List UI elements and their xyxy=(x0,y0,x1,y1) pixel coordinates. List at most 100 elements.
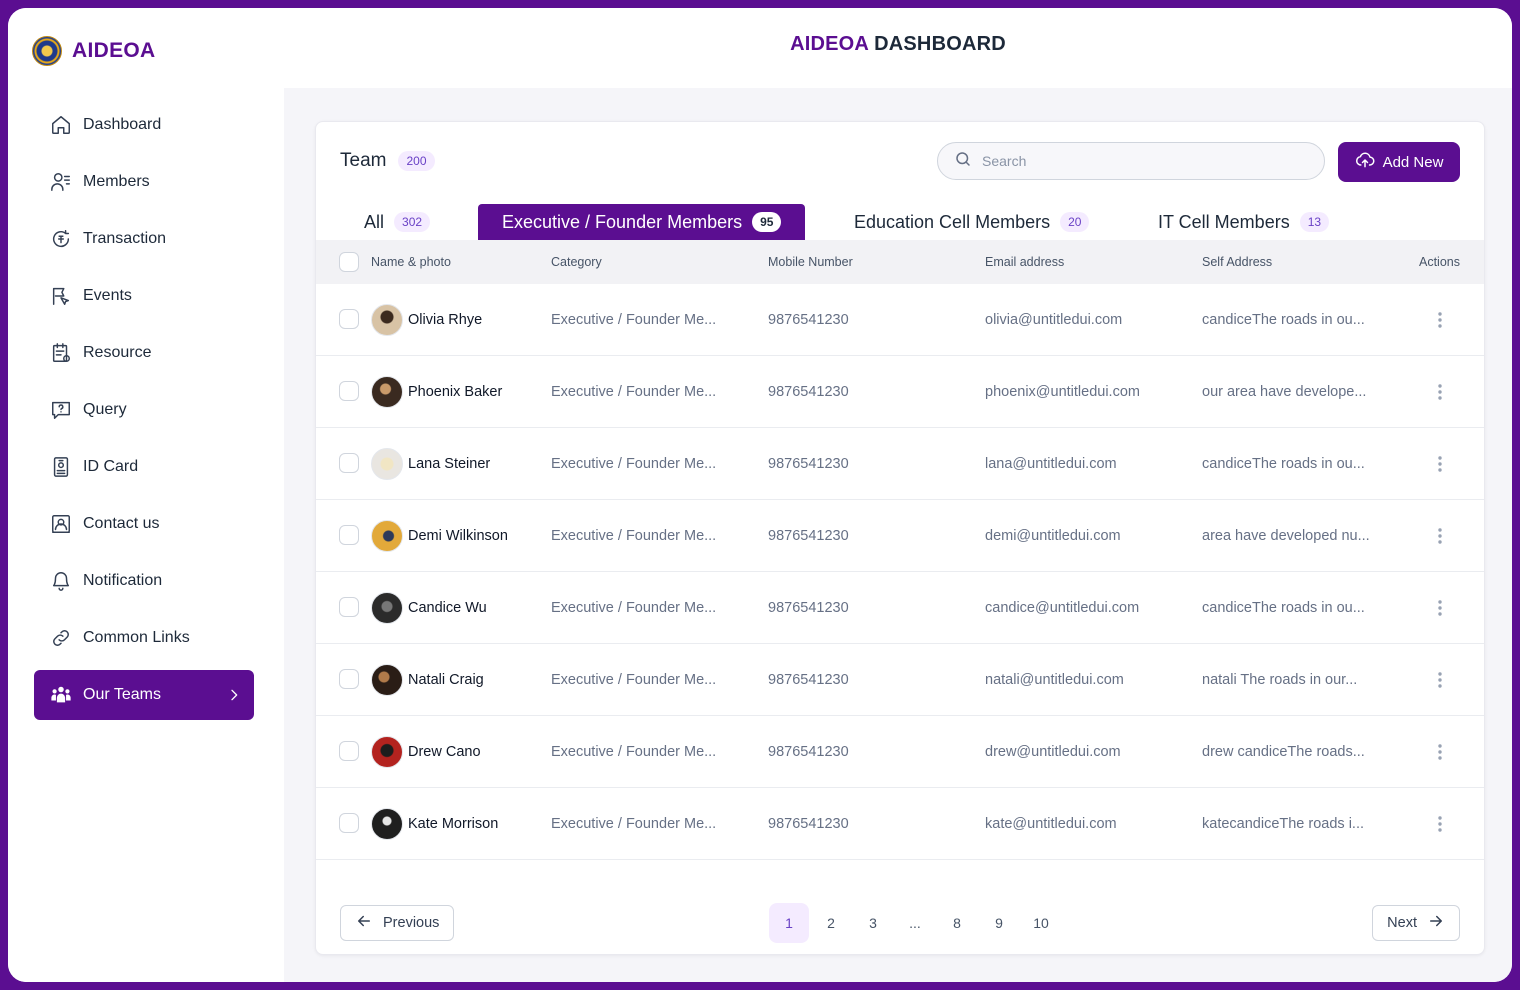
sidebar-item-id-card[interactable]: ID Card xyxy=(34,442,254,492)
more-actions-icon[interactable] xyxy=(1430,524,1450,548)
page-button[interactable]: 10 xyxy=(1021,903,1061,943)
sidebar-item-contact-us[interactable]: Contact us xyxy=(34,499,254,549)
brand[interactable]: AIDEOA xyxy=(32,36,155,66)
sidebar-item-our-teams[interactable]: Our Teams xyxy=(34,670,254,720)
sidebar-nav: Dashboard Members Transaction Events Res… xyxy=(34,100,254,727)
query-icon xyxy=(50,399,72,421)
page-button[interactable]: 3 xyxy=(853,903,893,943)
table-row[interactable]: Demi Wilkinson Executive / Founder Me...… xyxy=(316,500,1484,572)
row-checkbox[interactable] xyxy=(339,453,359,473)
more-actions-icon[interactable] xyxy=(1430,668,1450,692)
next-label: Next xyxy=(1387,915,1417,931)
avatar xyxy=(371,736,403,768)
member-name: Kate Morrison xyxy=(408,816,499,832)
sidebar-item-label: Dashboard xyxy=(83,116,162,133)
table-row[interactable]: Phoenix Baker Executive / Founder Me... … xyxy=(316,356,1484,428)
app-window: AIDEOA Dashboard Members Transaction Eve… xyxy=(8,8,1512,982)
page-ellipsis: ... xyxy=(909,915,921,931)
page-button[interactable]: 8 xyxy=(937,903,977,943)
select-all-checkbox[interactable] xyxy=(339,252,359,272)
previous-button[interactable]: Previous xyxy=(340,905,455,941)
row-checkbox[interactable] xyxy=(339,381,359,401)
contact-icon xyxy=(50,513,72,535)
member-email: demi@untitledui.com xyxy=(985,528,1121,544)
tab-count-badge: 20 xyxy=(1060,212,1090,232)
sidebar-item-transaction[interactable]: Transaction xyxy=(34,214,254,264)
sidebar-item-query[interactable]: Query xyxy=(34,385,254,435)
transaction-icon xyxy=(50,228,72,250)
member-category: Executive / Founder Me... xyxy=(551,600,717,616)
table-row[interactable]: Candice Wu Executive / Founder Me... 987… xyxy=(316,572,1484,644)
page-button[interactable]: 2 xyxy=(811,903,851,943)
sidebar-item-resource[interactable]: Resource xyxy=(34,328,254,378)
sidebar-item-common-links[interactable]: Common Links xyxy=(34,613,254,663)
arrow-left-icon xyxy=(355,912,373,934)
events-icon xyxy=(50,285,72,307)
member-email: natali@untitledui.com xyxy=(985,672,1124,688)
search-input[interactable] xyxy=(982,153,1302,169)
row-checkbox[interactable] xyxy=(339,597,359,617)
member-mobile: 9876541230 xyxy=(768,312,849,328)
page-button[interactable]: 9 xyxy=(979,903,1019,943)
table-row[interactable]: Lana Steiner Executive / Founder Me... 9… xyxy=(316,428,1484,500)
sidebar-item-events[interactable]: Events xyxy=(34,271,254,321)
member-category: Executive / Founder Me... xyxy=(551,672,717,688)
sidebar-item-members[interactable]: Members xyxy=(34,157,254,207)
top-header: AIDEOA DASHBOARD xyxy=(284,8,1512,88)
row-checkbox[interactable] xyxy=(339,813,359,833)
table-row[interactable]: Natali Craig Executive / Founder Me... 9… xyxy=(316,644,1484,716)
bell-icon xyxy=(50,570,72,592)
member-category: Executive / Founder Me... xyxy=(551,312,717,328)
sidebar: AIDEOA Dashboard Members Transaction Eve… xyxy=(8,8,284,982)
row-checkbox[interactable] xyxy=(339,669,359,689)
tab-all[interactable]: All 302 xyxy=(340,204,454,240)
team-title: Team xyxy=(340,150,387,171)
avatar xyxy=(371,448,403,480)
more-actions-icon[interactable] xyxy=(1430,740,1450,764)
page-button[interactable]: 1 xyxy=(769,903,809,943)
main-content: Team 200 Add New All 302 Execu xyxy=(284,88,1512,982)
add-new-button[interactable]: Add New xyxy=(1338,142,1460,182)
row-checkbox[interactable] xyxy=(339,741,359,761)
avatar xyxy=(371,520,403,552)
more-actions-icon[interactable] xyxy=(1430,452,1450,476)
member-category: Executive / Founder Me... xyxy=(551,744,717,760)
member-mobile: 9876541230 xyxy=(768,528,849,544)
member-mobile: 9876541230 xyxy=(768,672,849,688)
more-actions-icon[interactable] xyxy=(1430,596,1450,620)
member-address: candiceThe roads in ou... xyxy=(1202,456,1365,472)
sidebar-item-label: Query xyxy=(83,401,127,418)
more-actions-icon[interactable] xyxy=(1430,380,1450,404)
tab-it-cell[interactable]: IT Cell Members 13 xyxy=(1134,204,1353,240)
table-row[interactable]: Drew Cano Executive / Founder Me... 9876… xyxy=(316,716,1484,788)
search-box[interactable] xyxy=(937,142,1325,180)
member-email: olivia@untitledui.com xyxy=(985,312,1123,328)
member-email: lana@untitledui.com xyxy=(985,456,1117,472)
tab-count-badge: 302 xyxy=(394,212,431,232)
chevron-right-icon xyxy=(226,687,242,703)
member-mobile: 9876541230 xyxy=(768,816,849,832)
column-header-actions: Actions xyxy=(1419,255,1460,269)
member-name: Candice Wu xyxy=(408,600,487,616)
home-icon xyxy=(50,114,72,136)
category-tabs: All 302 Executive / Founder Members 95 E… xyxy=(316,204,1484,240)
tab-label: All xyxy=(364,211,385,232)
table-row[interactable]: Olivia Rhye Executive / Founder Me... 98… xyxy=(316,284,1484,356)
member-address: katecandiceThe roads i... xyxy=(1202,816,1365,832)
member-name: Demi Wilkinson xyxy=(408,528,508,544)
sidebar-item-notification[interactable]: Notification xyxy=(34,556,254,606)
member-address: area have developed nu... xyxy=(1202,528,1370,544)
next-button[interactable]: Next xyxy=(1372,905,1460,941)
column-header-address: Self Address xyxy=(1202,255,1273,269)
row-checkbox[interactable] xyxy=(339,525,359,545)
member-name: Drew Cano xyxy=(408,744,481,760)
tab-executive-founder[interactable]: Executive / Founder Members 95 xyxy=(478,204,806,240)
row-checkbox[interactable] xyxy=(339,309,359,329)
member-name: Natali Craig xyxy=(408,672,484,688)
tab-education-cell[interactable]: Education Cell Members 20 xyxy=(830,204,1113,240)
member-address: natali The roads in our... xyxy=(1202,672,1358,688)
table-row[interactable]: Kate Morrison Executive / Founder Me... … xyxy=(316,788,1484,860)
sidebar-item-dashboard[interactable]: Dashboard xyxy=(34,100,254,150)
more-actions-icon[interactable] xyxy=(1430,812,1450,836)
more-actions-icon[interactable] xyxy=(1430,308,1450,332)
